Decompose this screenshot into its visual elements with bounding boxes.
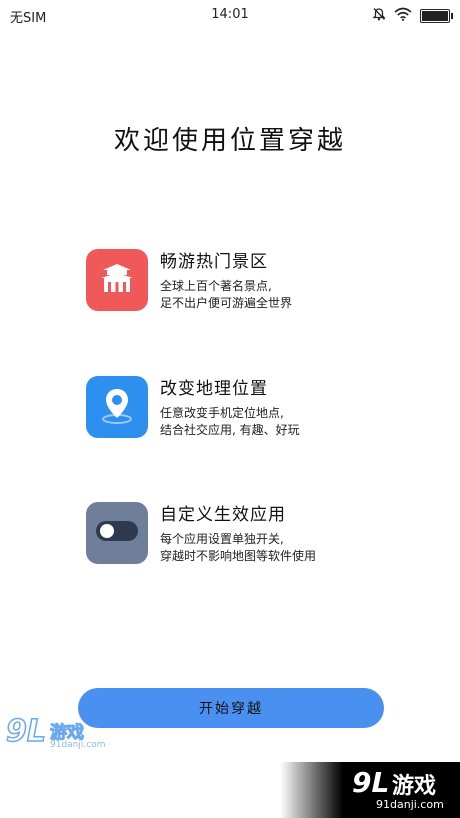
watermark-number: 9L bbox=[352, 766, 390, 799]
feature-custom-apps: 自定义生效应用 每个应用设置单独开关, 穿越时不影响地图等软件使用 bbox=[86, 502, 416, 566]
feature-desc-line1: 任意改变手机定位地点, bbox=[160, 406, 284, 420]
feature-icon-tile bbox=[86, 249, 148, 311]
watermark-logo-left: 9L 游戏 91danji.com bbox=[5, 712, 106, 756]
feature-desc-line2: 足不出户便可游遍全世界 bbox=[160, 296, 293, 310]
watermark-site: 91danji.com bbox=[50, 740, 106, 750]
feature-scenic-spots: 畅游热门景区 全球上百个著名景点, 足不出户便可游遍全世界 bbox=[86, 249, 416, 313]
feature-desc-line2: 穿越时不影响地图等软件使用 bbox=[160, 549, 317, 563]
feature-icon-tile bbox=[86, 502, 148, 564]
battery-icon bbox=[420, 9, 453, 23]
feature-desc-line1: 每个应用设置单独开关, bbox=[160, 532, 284, 546]
watermark-site: 91danji.com bbox=[376, 798, 444, 811]
location-pin-icon bbox=[95, 383, 139, 431]
status-icons bbox=[372, 7, 453, 25]
feature-icon-tile bbox=[86, 376, 148, 438]
feature-desc-line2: 结合社交应用, 有趣、好玩 bbox=[160, 423, 300, 437]
feature-change-location: 改变地理位置 任意改变手机定位地点, 结合社交应用, 有趣、好玩 bbox=[86, 376, 416, 440]
feature-title: 自定义生效应用 bbox=[160, 505, 286, 525]
status-bar: 无SIM 14:01 bbox=[0, 0, 460, 30]
watermark-number: 9L bbox=[5, 713, 47, 750]
toggle-icon bbox=[95, 518, 139, 548]
feature-title: 改变地理位置 bbox=[160, 379, 268, 399]
watermark-name: 游戏 bbox=[392, 774, 437, 799]
battery-level bbox=[422, 11, 448, 21]
temple-icon bbox=[98, 259, 136, 301]
bell-off-icon bbox=[372, 7, 386, 25]
feature-title: 畅游热门景区 bbox=[160, 252, 268, 272]
watermark-logo-right: 9L 游戏 91danji.com bbox=[280, 762, 460, 818]
feature-desc-line1: 全球上百个著名景点, bbox=[160, 279, 272, 293]
start-travel-button[interactable]: 开始穿越 bbox=[78, 688, 384, 728]
wifi-icon bbox=[394, 7, 412, 25]
page-title: 欢迎使用位置穿越 bbox=[113, 126, 346, 156]
